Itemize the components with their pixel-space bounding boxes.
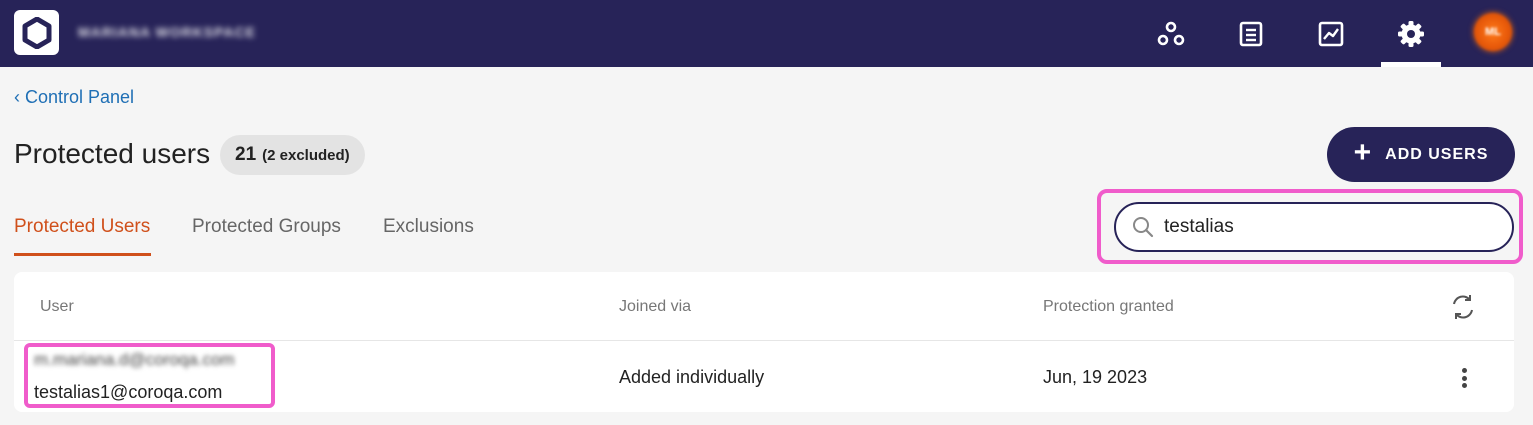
- avatar[interactable]: ML: [1474, 13, 1512, 51]
- breadcrumb[interactable]: ‹ Control Panel: [14, 87, 134, 108]
- user-count: 21: [235, 144, 257, 165]
- column-header-user: User: [40, 298, 74, 315]
- workspace-name[interactable]: MARIANA WORKSPACE: [78, 24, 256, 40]
- excluded-count: (2 excluded): [262, 146, 350, 164]
- logo[interactable]: [14, 10, 59, 55]
- user-count-badge: 21 (2 excluded): [220, 135, 365, 175]
- hexagon-logo-icon: [22, 16, 51, 49]
- column-header-joined-via: Joined via: [619, 298, 692, 315]
- list-document-icon[interactable]: [1234, 17, 1268, 51]
- page-title: Protected users: [14, 138, 211, 169]
- add-users-button[interactable]: + ADD USERS: [1327, 127, 1515, 182]
- add-users-label: ADD USERS: [1385, 145, 1489, 163]
- tab-exclusions[interactable]: Exclusions: [383, 216, 474, 238]
- search-field[interactable]: [1114, 202, 1514, 252]
- user-alias-email: testalias1@coroqa.com: [34, 382, 223, 402]
- search-icon: [1133, 217, 1154, 238]
- gear-icon[interactable]: [1394, 17, 1428, 51]
- user-primary-email: m.mariana.d@coroqa.com: [34, 350, 235, 369]
- tab-protected-users[interactable]: Protected Users: [14, 216, 150, 238]
- search-input[interactable]: [1164, 216, 1484, 238]
- joined-via-cell: Added individually: [619, 367, 765, 387]
- header-divider: [14, 340, 1514, 341]
- active-nav-indicator: [1381, 62, 1441, 67]
- refresh-icon[interactable]: [1449, 292, 1477, 322]
- tab-protected-groups[interactable]: Protected Groups: [192, 216, 341, 238]
- top-bar: MARIANA WORKSPACE ML: [0, 0, 1533, 67]
- protection-granted-cell: Jun, 19 2023: [1043, 367, 1148, 387]
- active-tab-underline: [14, 253, 151, 256]
- graph-nodes-icon[interactable]: [1154, 17, 1188, 51]
- plus-icon: +: [1353, 136, 1372, 169]
- analytics-chart-icon[interactable]: [1314, 17, 1348, 51]
- row-more-options-icon[interactable]: [1454, 366, 1474, 390]
- column-header-protection-granted: Protection granted: [1043, 298, 1174, 315]
